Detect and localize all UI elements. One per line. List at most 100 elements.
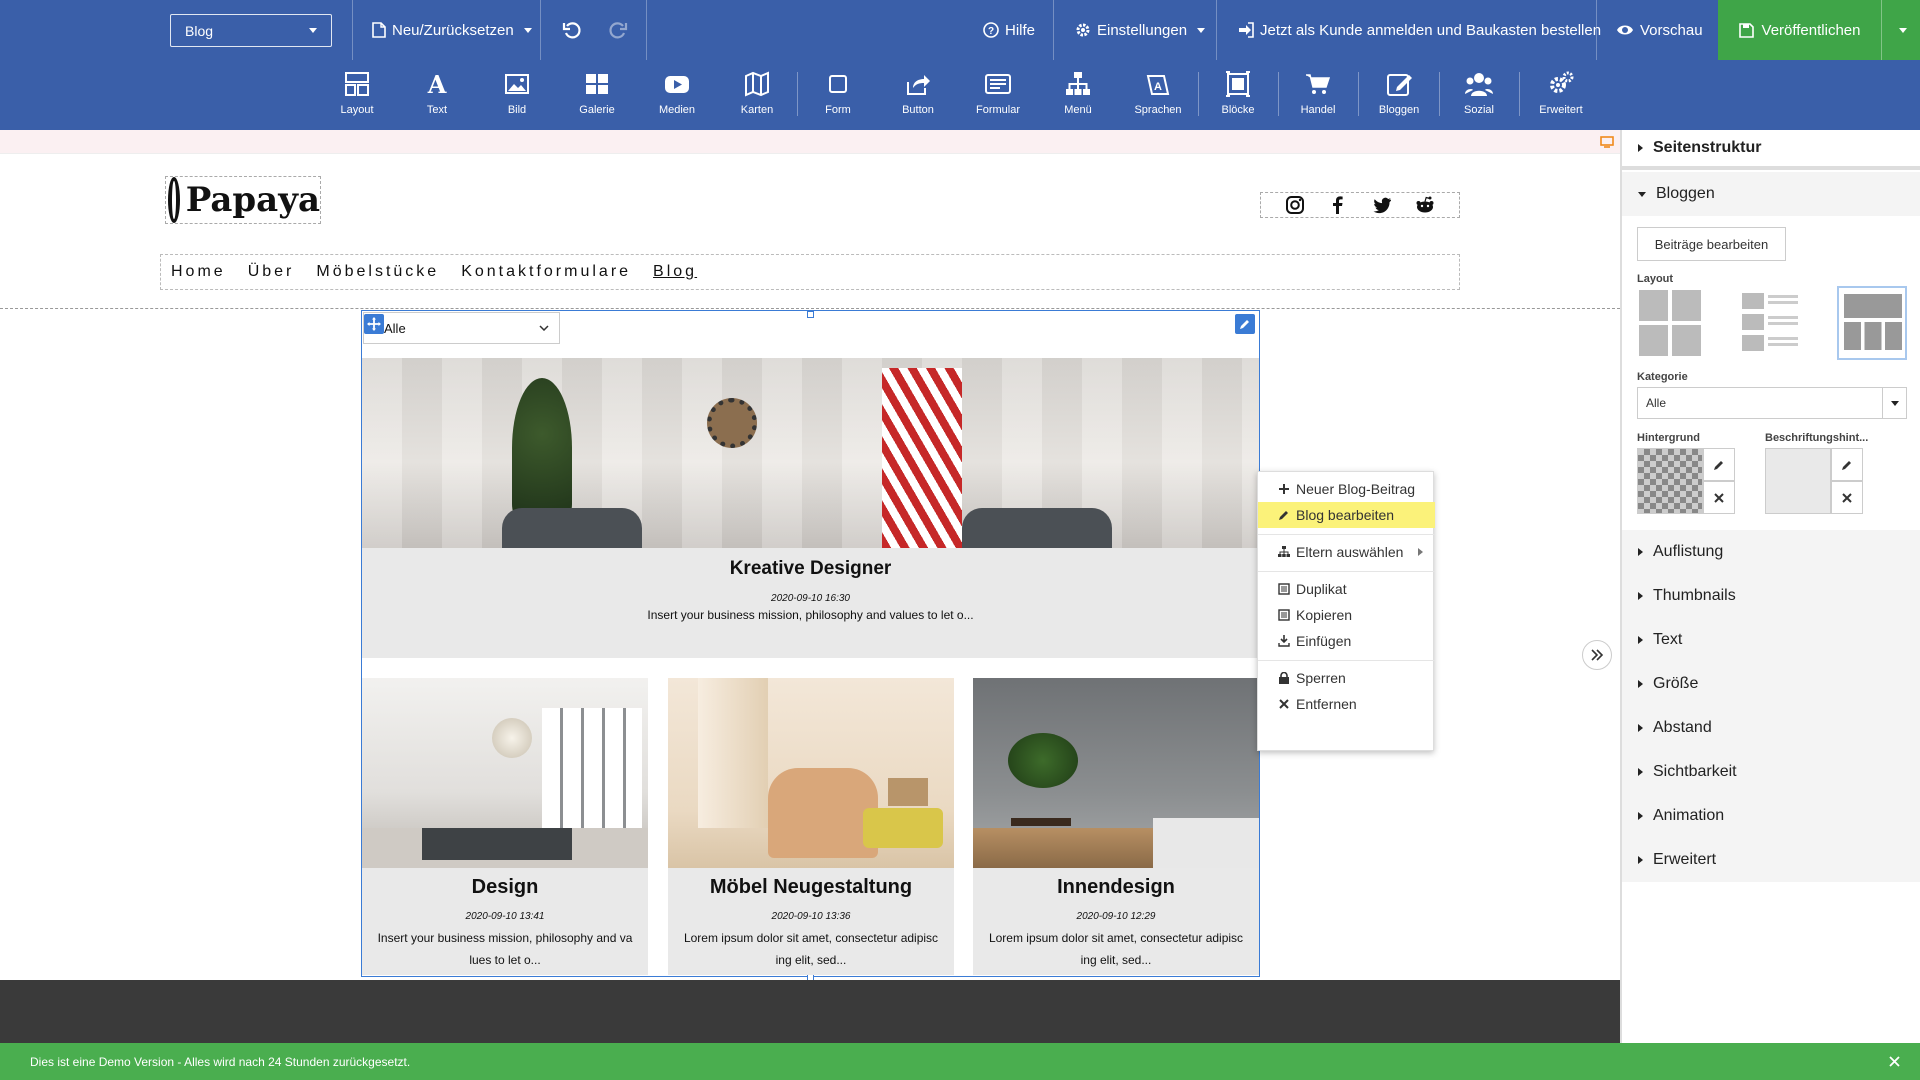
divider [646,0,647,60]
nav-item-furniture[interactable]: Möbelstücke [316,263,439,281]
post-title[interactable]: Innendesign [973,876,1259,899]
preview-button[interactable]: Vorschau [1616,0,1703,60]
undo-button[interactable] [562,0,582,60]
redo-button[interactable] [608,0,628,60]
reddit-icon[interactable] [1415,195,1435,215]
section-bloggen[interactable]: Bloggen [1622,172,1920,216]
section-visibility[interactable]: Sichtbarkeit [1622,750,1920,794]
nav-item-home[interactable]: Home [171,263,226,281]
tool-menu[interactable]: Menü [1043,70,1113,128]
section-label: Text [1653,631,1683,648]
caption-background-clear-button[interactable] [1831,481,1863,514]
move-handle[interactable] [364,314,384,334]
layout-option-featured[interactable] [1837,286,1907,360]
nav-item-blog[interactable]: Blog [653,263,697,281]
twitter-icon[interactable] [1372,195,1392,215]
section-thumbnails[interactable]: Thumbnails [1622,574,1920,618]
chevron-down-icon [1197,27,1206,33]
menu-item-edit-blog[interactable]: Blog bearbeiten [1258,502,1435,528]
menu-item-duplicate[interactable]: Duplikat [1258,576,1435,602]
section-animation[interactable]: Animation [1622,794,1920,838]
post-title[interactable]: Design [362,876,648,899]
section-listing[interactable]: Auflistung [1622,530,1920,574]
logo-circle [168,177,180,223]
page-select[interactable]: Blog [170,14,332,47]
menu-item-lock[interactable]: Sperren [1258,665,1435,691]
tool-formular[interactable]: Formular [963,70,1033,128]
post-card[interactable]: Möbel Neugestaltung 2020-09-10 13:36 Lor… [668,678,954,975]
divider [352,0,353,60]
collapse-panel-button[interactable] [1582,640,1612,670]
login-order-button[interactable]: Jetzt als Kunde anmelden und Baukasten b… [1238,0,1601,60]
menu-item-select-parent[interactable]: Eltern auswählen [1258,539,1435,565]
background-color-swatch[interactable] [1637,448,1703,514]
help-label: Hilfe [1005,21,1036,39]
menu-item-remove[interactable]: Entfernen [1258,691,1435,717]
section-spacing[interactable]: Abstand [1622,706,1920,750]
striped-panel [882,368,962,548]
download-icon [1278,635,1290,647]
help-button[interactable]: ? Hilfe [983,0,1035,60]
section-advanced[interactable]: Erweitert [1622,838,1920,882]
post-excerpt-line-1: Insert your business mission, philosophy… [377,931,633,945]
divider [1216,0,1217,60]
instagram-icon[interactable] [1285,195,1305,215]
divider [1358,72,1359,116]
pencil-icon [1842,460,1851,470]
category-select-arrow[interactable] [1882,388,1906,418]
post-card[interactable]: Design 2020-09-10 13:41 Insert your busi… [362,678,648,975]
post-date: 2020-09-10 12:29 [1076,911,1156,922]
tool-advanced[interactable]: Erweitert [1526,70,1596,128]
menu-item-copy[interactable]: Kopieren [1258,602,1435,628]
tool-form[interactable]: Form [803,70,873,128]
menu-item-paste[interactable]: Einfügen [1258,628,1435,654]
publish-dropdown-button[interactable] [1881,0,1920,60]
logo-text: Papaya [185,180,320,220]
featured-post-title[interactable]: Kreative Designer [362,558,1259,580]
close-icon [1714,492,1724,503]
edit-handle[interactable] [1235,314,1255,334]
tool-languages[interactable]: A Sprachen [1123,70,1193,128]
caption-background-edit-button[interactable] [1831,448,1863,481]
layout-option-list[interactable] [1738,288,1804,358]
edit-posts-button[interactable]: Beiträge bearbeiten [1637,227,1786,261]
section-page-structure[interactable]: Seitenstruktur [1622,130,1920,170]
tool-blogging[interactable]: Bloggen [1364,70,1434,128]
chevron-down-icon [309,28,317,33]
section-size[interactable]: Größe [1622,662,1920,706]
resize-handle[interactable] [807,311,814,318]
tool-commerce[interactable]: Handel [1283,70,1353,128]
tool-layout[interactable]: Layout [322,70,392,128]
background-edit-button[interactable] [1703,448,1735,481]
new-reset-button[interactable]: Neu/Zurücksetzen [372,0,532,60]
caret-down-icon [1638,191,1646,197]
eye-icon [1617,25,1633,35]
tool-maps[interactable]: Karten [722,70,792,128]
settings-button[interactable]: Einstellungen [1075,0,1206,60]
facebook-icon[interactable] [1328,195,1348,215]
tool-button[interactable]: Button [883,70,953,128]
caption-background-swatch[interactable] [1765,448,1831,514]
layout-option-grid[interactable] [1637,288,1703,358]
menu-label: Einfügen [1296,633,1352,649]
nav-item-about[interactable]: Über [248,263,295,281]
logo[interactable]: Papaya [165,176,321,224]
tool-media[interactable]: Medien [642,70,712,128]
category-filter-select[interactable]: Alle [363,312,560,344]
category-select[interactable]: Alle [1637,387,1907,419]
featured-post[interactable]: Kreative Designer 2020-09-10 16:30 Inser… [362,358,1259,658]
post-card[interactable]: Innendesign 2020-09-10 12:29 Lorem ipsum… [973,678,1259,975]
publish-button[interactable]: Veröffentlichen [1718,0,1881,60]
post-image [973,678,1259,868]
tool-text[interactable]: A Text [402,70,472,128]
tool-blocks[interactable]: Blöcke [1203,70,1273,128]
nav-item-contact[interactable]: Kontaktformulare [461,263,631,281]
tool-gallery[interactable]: Galerie [562,70,632,128]
menu-item-new-post[interactable]: Neuer Blog-Beitrag [1258,476,1435,502]
post-title[interactable]: Möbel Neugestaltung [668,876,954,899]
tool-image[interactable]: Bild [482,70,552,128]
close-icon[interactable] [1889,1056,1900,1067]
tool-social[interactable]: Sozial [1444,70,1514,128]
section-text[interactable]: Text [1622,618,1920,662]
background-clear-button[interactable] [1703,481,1735,514]
